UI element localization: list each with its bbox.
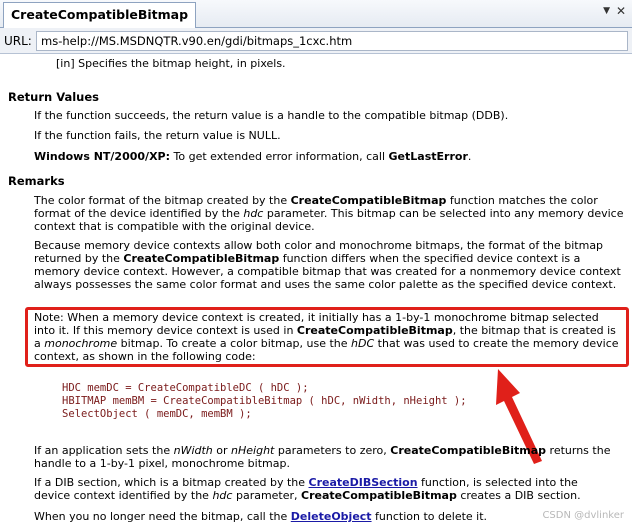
remarks-paragraph-3: If an application sets the nWidth or nHe… — [34, 444, 611, 470]
watermark: CSDN @dvlinker — [542, 510, 624, 521]
return-values-heading: Return Values — [8, 90, 100, 104]
tab-bar: CreateCompatibleBitmap ▼ ✕ — [0, 0, 632, 28]
url-bar: URL: ms-help://MS.MSDNQTR.v90.en/gdi/bit… — [0, 28, 632, 54]
remarks-paragraph-1: The color format of the bitmap created b… — [34, 194, 624, 233]
code-sample: HDC memDC = CreateCompatibleDC ( hDC ); H… — [62, 382, 467, 421]
return-success-text: If the function succeeds, the return val… — [34, 109, 509, 122]
deleteobject-link[interactable]: DeleteObject — [291, 510, 372, 523]
remarks-paragraph-5: When you no longer need the bitmap, call… — [34, 510, 488, 523]
tab-dropdown-icon[interactable]: ▼ — [603, 6, 610, 16]
createdibsection-link[interactable]: CreateDIBSection — [309, 476, 418, 489]
remarks-paragraph-4: If a DIB section, which is a bitmap crea… — [34, 476, 581, 502]
close-icon[interactable]: ✕ — [616, 4, 626, 18]
nt-note: Windows NT/2000/XP: To get extended erro… — [34, 150, 624, 163]
url-input[interactable]: ms-help://MS.MSDNQTR.v90.en/gdi/bitmaps_… — [36, 31, 628, 51]
code-line: SelectObject ( memDC, memBM ); — [62, 408, 252, 420]
remarks-paragraph-2: Because memory device contexts allow bot… — [34, 239, 621, 291]
param-description: [in] Specifies the bitmap height, in pix… — [56, 57, 286, 70]
nt-text: To get extended error information, call — [170, 150, 389, 163]
nt-end: . — [467, 150, 472, 163]
getlasterror-func: GetLastError — [388, 150, 468, 163]
url-label: URL: — [4, 34, 32, 48]
tab-createcompatiblebitmap[interactable]: CreateCompatibleBitmap — [3, 2, 197, 28]
document-content: [in] Specifies the bitmap height, in pix… — [0, 55, 632, 527]
nt-label: Windows NT/2000/XP: — [34, 150, 171, 163]
remarks-note: Note: When a memory device context is cr… — [34, 311, 619, 363]
code-line: HDC memDC = CreateCompatibleDC ( hDC ); — [62, 382, 309, 394]
code-line: HBITMAP memBM = CreateCompatibleBitmap (… — [62, 395, 467, 407]
remarks-heading: Remarks — [8, 174, 65, 188]
return-failure-text: If the function fails, the return value … — [34, 129, 281, 142]
